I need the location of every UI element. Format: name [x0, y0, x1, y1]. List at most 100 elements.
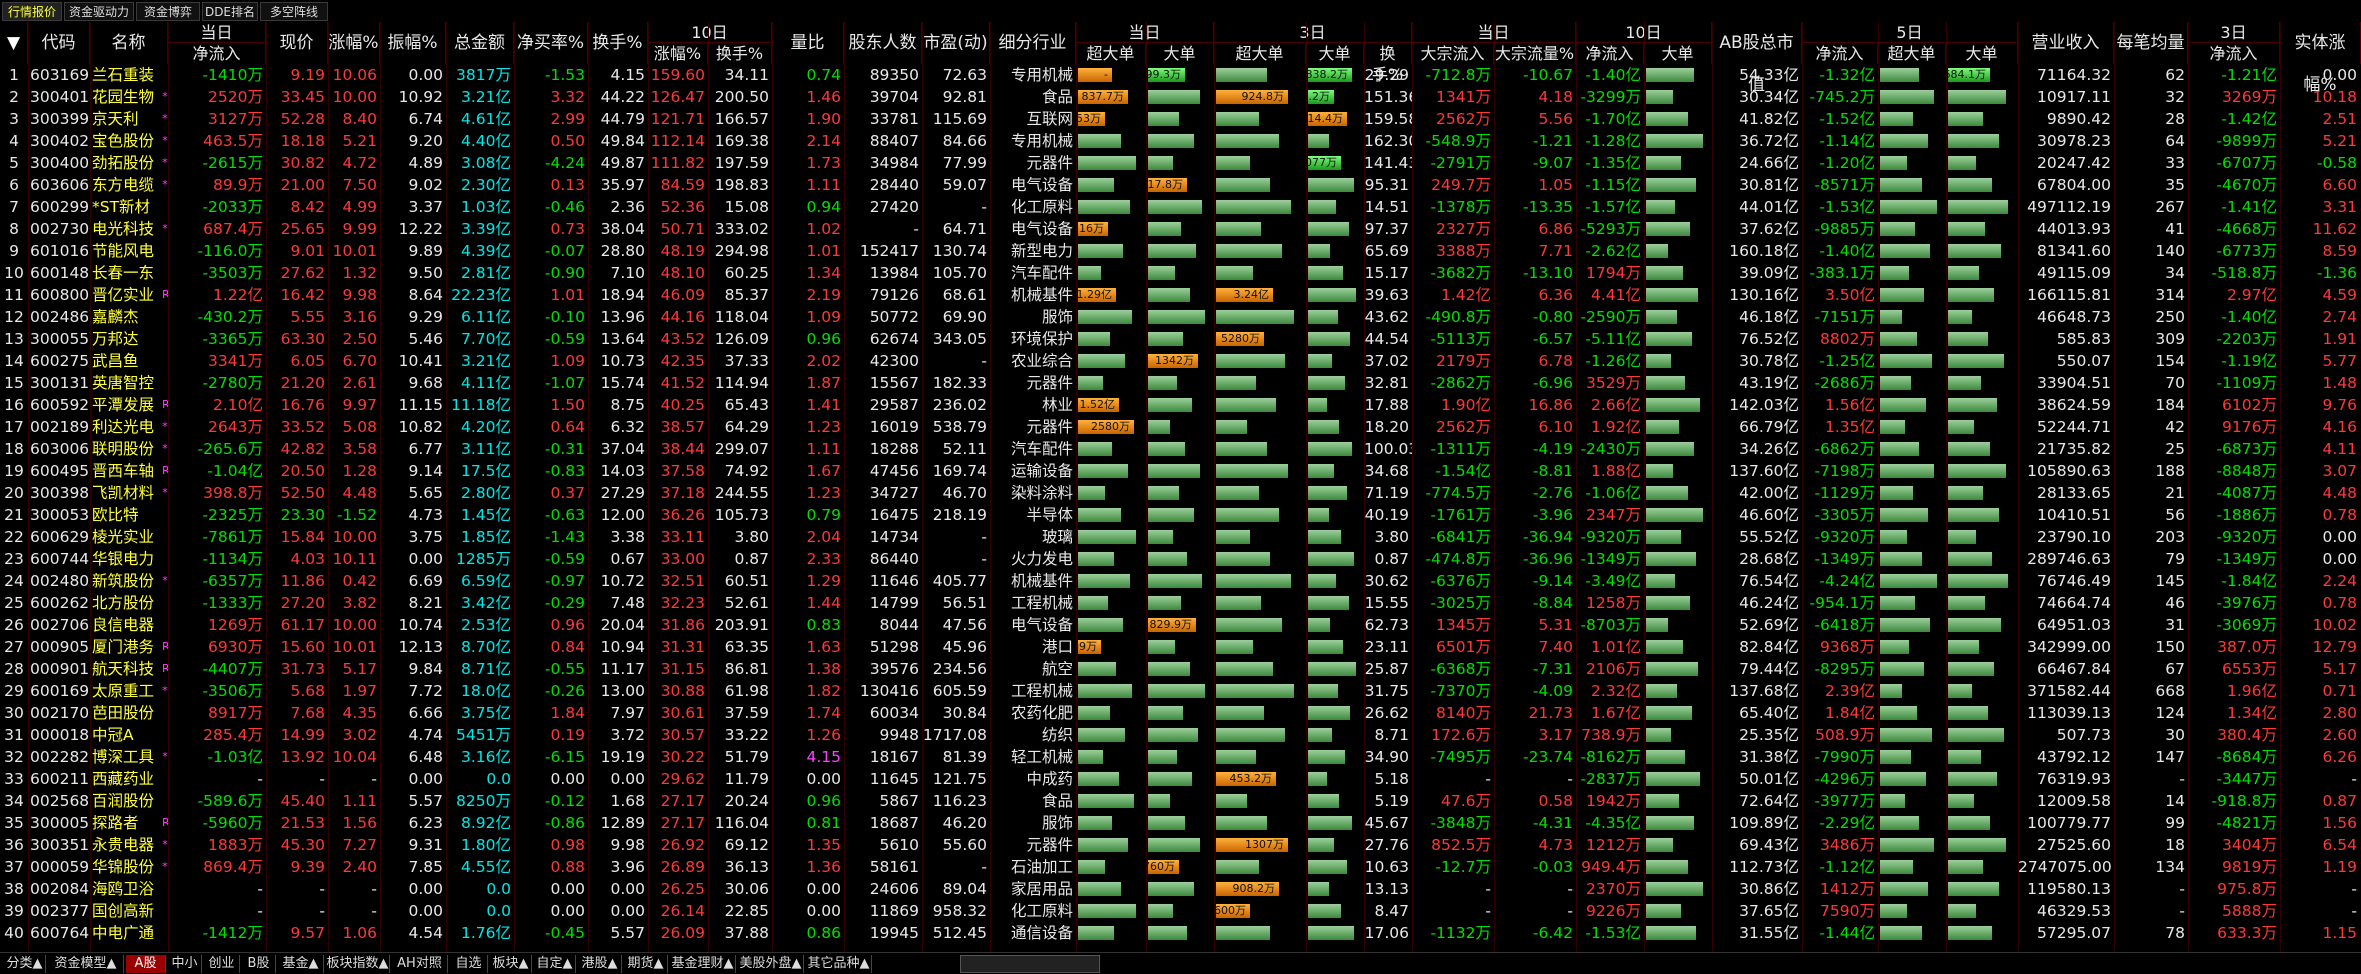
table-row[interactable]: 28 000901 航天科技 R -4407万 31.73 5.17 9.84 8.71亿 -0.… — [0, 658, 2361, 680]
bottom-tab-1[interactable]: 资金模型▲ — [48, 955, 124, 973]
col-10d-bb[interactable]: 大单 — [1644, 43, 1712, 64]
table-row[interactable]: 11 600800 晋亿实业 R 1.22亿 16.42 9.98 8.64 22.23亿 1.0… — [0, 284, 2361, 306]
cell-code[interactable]: 002377 — [28, 900, 90, 922]
col-rev[interactable]: 营业收入 — [2018, 22, 2114, 64]
table-row[interactable]: 17 002189 利达光电 * 2643万 33.52 5.08 10.82 4.20亿 0.6… — [0, 416, 2361, 438]
cell-code[interactable]: 600800 — [28, 284, 90, 306]
bottom-tab-5[interactable]: B股 — [242, 955, 276, 973]
cell-name[interactable]: 嘉麟杰 — [90, 306, 162, 328]
cell-name[interactable]: 节能风电 — [90, 240, 162, 262]
table-row[interactable]: 33 600211 西藏药业 - - -0.00 0.0 0.00 0.00 29.62 11.79… — [0, 768, 2361, 790]
table-row[interactable]: 1 603169 兰石重装 -1410万 9.19 10.06 0.00 3817万 -1.53… — [0, 64, 2361, 86]
cell-name[interactable]: 海鸥卫浴 — [90, 878, 162, 900]
col-chg[interactable]: 涨幅% — [328, 22, 380, 64]
cell-name[interactable]: 电光科技 — [90, 218, 162, 240]
bottom-tab-15[interactable]: 美股外盘▲ — [738, 955, 804, 973]
col-netbuy[interactable]: 净买率% — [514, 22, 588, 64]
col-group-3d-b[interactable]: 3日 — [2188, 22, 2280, 43]
cell-name[interactable]: 棱光实业 — [90, 526, 162, 548]
table-row[interactable]: 22 600629 棱光实业 -7861万 15.84 10.00 3.75 1.85亿 -1.… — [0, 526, 2361, 548]
cell-code[interactable]: 300400 — [28, 152, 90, 174]
bottom-tab-14[interactable]: 基金理财▲ — [670, 955, 736, 973]
table-row[interactable]: 13 300055 万邦达 -3365万 63.30 2.50 5.46 7.70亿 -0.59… — [0, 328, 2361, 350]
col-3d-net[interactable]: 净流入 — [2188, 43, 2280, 64]
table-row[interactable]: 20 300398 飞凯材料 * 398.8万 52.50 4.48 5.65 2.80亿 0.3… — [0, 482, 2361, 504]
bottom-tab-8[interactable]: AH对照 — [392, 955, 448, 973]
col-5d-sb[interactable]: 超大单 — [1878, 43, 1946, 64]
table-row[interactable]: 27 000905 厦门港务 R 6930万 15.60 10.01 12.13 8.70亿 0.… — [0, 636, 2361, 658]
table-row[interactable]: 40 600764 中电广通 -1412万 9.57 1.06 4.54 1.76亿 -0.45… — [0, 922, 2361, 944]
cell-name[interactable]: 良信电器 — [90, 614, 162, 636]
cell-name[interactable]: 花园生物 — [90, 86, 162, 108]
col-total[interactable]: 总金额 — [446, 22, 514, 64]
col-5d-b[interactable]: 大单 — [1946, 43, 2018, 64]
top-tab-1[interactable]: 资金驱动力 — [64, 2, 134, 21]
cell-name[interactable]: 东方电缆 — [90, 174, 162, 196]
col-10d-net[interactable]: 净流入 — [1576, 43, 1644, 64]
bottom-tab-13[interactable]: 期货▲ — [624, 955, 668, 973]
col-ab-mkt[interactable]: AB股总市值 — [1712, 22, 1802, 95]
cell-code[interactable]: 600275 — [28, 350, 90, 372]
col-total-pct[interactable]: 实体涨幅% — [2280, 22, 2361, 95]
cell-name[interactable]: 武昌鱼 — [90, 350, 162, 372]
bottom-tab-2[interactable]: A股 — [126, 955, 166, 973]
top-tab-2[interactable]: 资金博弈 — [136, 2, 200, 21]
col-group-5d[interactable]: 5日 — [1802, 22, 2018, 43]
cell-code[interactable]: 002282 — [28, 746, 90, 768]
table-row[interactable]: 16 600592 平潭发展 R 2.10亿 16.76 9.97 11.15 11.18亿 1.… — [0, 394, 2361, 416]
bottom-tab-10[interactable]: 板块▲ — [490, 955, 532, 973]
col-price[interactable]: 现价 — [266, 22, 328, 64]
cell-code[interactable]: 300399 — [28, 108, 90, 130]
bottom-tab-0[interactable]: 分类▲ — [4, 955, 46, 973]
bottom-tab-9[interactable]: 自选 — [450, 955, 488, 973]
table-row[interactable]: 21 300053 欧比特 -2325万 23.30 -1.52 4.73 1.45亿 -0.6… — [0, 504, 2361, 526]
table-row[interactable]: 34 002568 百润股份 -589.6万 45.40 1.11 5.57 8250万 -0.… — [0, 790, 2361, 812]
table-row[interactable]: 12 002486 嘉麟杰 -430.2万 5.55 3.16 9.29 6.11亿 -0.10… — [0, 306, 2361, 328]
col-day-b[interactable]: 大单 — [1146, 43, 1214, 64]
bottom-tab-16[interactable]: 其它品种▲ — [806, 955, 872, 973]
cell-code[interactable]: 600299 — [28, 196, 90, 218]
cell-name[interactable]: 京天利 — [90, 108, 162, 130]
col-turn[interactable]: 换手% — [588, 22, 648, 64]
cell-name[interactable]: 太原重工 — [90, 680, 162, 702]
bottom-tab-3[interactable]: 中小 — [168, 955, 202, 973]
table-row[interactable]: 26 002706 良信电器 1269万 61.17 10.00 10.74 2.53亿 0.9… — [0, 614, 2361, 636]
table-row[interactable]: 9 601016 节能风电 -116.0万 9.01 10.01 9.89 4.39亿 -0.0… — [0, 240, 2361, 262]
cell-name[interactable]: 芭田股份 — [90, 702, 162, 724]
table-row[interactable]: 14 600275 武昌鱼 3341万 6.05 6.70 10.41 3.21亿 1.09 10… — [0, 350, 2361, 372]
top-tab-4[interactable]: 多空阵线 — [260, 2, 328, 21]
col-blk-in[interactable]: 大宗流入 — [1412, 43, 1494, 64]
cell-name[interactable]: 西藏药业 — [90, 768, 162, 790]
col-blk-pct[interactable]: 大宗流量% — [1494, 43, 1576, 64]
cell-name[interactable]: 北方股份 — [90, 592, 162, 614]
cell-code[interactable]: 300131 — [28, 372, 90, 394]
cell-name[interactable]: 厦门港务 — [90, 636, 162, 658]
cell-name[interactable]: 万邦达 — [90, 328, 162, 350]
table-row[interactable]: 19 600495 晋西车轴 R -1.04亿 20.50 1.28 9.14 17.5亿 -0.… — [0, 460, 2361, 482]
col-group-10d[interactable]: 10日 — [648, 22, 772, 43]
table-row[interactable]: 25 600262 北方股份 -1333万 27.20 3.82 8.21 3.42亿 -0.2… — [0, 592, 2361, 614]
cell-name[interactable]: 探路者 — [90, 812, 162, 834]
cell-code[interactable]: 002706 — [28, 614, 90, 636]
horizontal-scrollbar[interactable] — [960, 955, 1100, 973]
table-row[interactable]: 30 002170 芭田股份 8917万 7.68 4.35 6.66 3.75亿 1.84 7.… — [0, 702, 2361, 724]
table-row[interactable]: 39 002377 国创高新 - - -0.00 0.0 0.00 0.00 26.14 22.85… — [0, 900, 2361, 922]
cell-code[interactable]: 002480 — [28, 570, 90, 592]
cell-name[interactable]: 百润股份 — [90, 790, 162, 812]
cell-code[interactable]: 603606 — [28, 174, 90, 196]
cell-code[interactable]: 600764 — [28, 922, 90, 944]
cell-code[interactable]: 600169 — [28, 680, 90, 702]
cell-code[interactable]: 600495 — [28, 460, 90, 482]
cell-code[interactable]: 002084 — [28, 878, 90, 900]
cell-name[interactable]: 航天科技 — [90, 658, 162, 680]
col-vr[interactable]: 量比 — [772, 22, 844, 64]
cell-code[interactable]: 300401 — [28, 86, 90, 108]
cell-name[interactable]: 劲拓股份 — [90, 152, 162, 174]
top-tab-0[interactable]: 行情报价 — [2, 2, 62, 21]
cell-code[interactable]: 000059 — [28, 856, 90, 878]
cell-code[interactable]: 002486 — [28, 306, 90, 328]
table-row[interactable]: 6 603606 东方电缆 * 89.9万 21.00 7.50 9.02 2.30亿 0.13 3… — [0, 174, 2361, 196]
cell-code[interactable]: 600262 — [28, 592, 90, 614]
cell-code[interactable]: 000905 — [28, 636, 90, 658]
cell-code[interactable]: 300351 — [28, 834, 90, 856]
